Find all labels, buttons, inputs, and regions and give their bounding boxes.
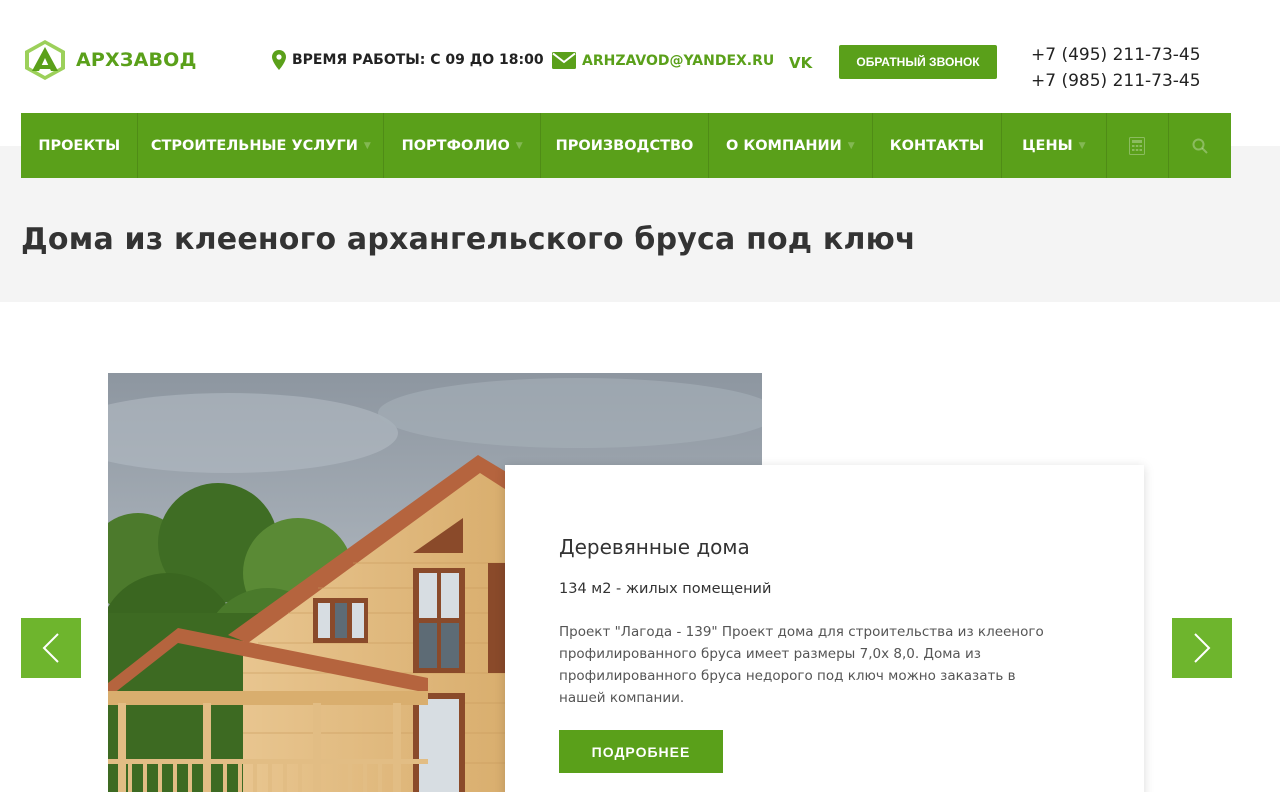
nav-item-portfolio[interactable]: ПОРТФОЛИО ▼ — [384, 113, 542, 178]
nav-item-production[interactable]: ПРОИЗВОДСТВО — [541, 113, 709, 178]
phone-secondary[interactable]: +7 (985) 211-73-45 — [1031, 68, 1201, 94]
chevron-right-icon — [1194, 633, 1211, 663]
nav-item-label: СТРОИТЕЛЬНЫЕ УСЛУГИ — [150, 137, 358, 154]
map-pin-icon — [272, 50, 286, 70]
nav-item-label: ПОРТФОЛИО — [401, 137, 510, 154]
slide-card: Деревянные дома 134 м2 - жилых помещений… — [505, 465, 1144, 792]
chevron-left-icon — [42, 633, 59, 663]
envelope-icon — [552, 52, 576, 69]
nav-item-label: О КОМПАНИИ — [725, 137, 842, 154]
logo-icon — [25, 40, 65, 80]
chevron-down-icon: ▼ — [1078, 140, 1086, 151]
working-hours-text: ВРЕМЯ РАБОТЫ: С 09 ДО 18:00 — [292, 52, 544, 68]
chevron-down-icon: ▼ — [847, 140, 855, 151]
nav-item-prices[interactable]: ЦЕНЫ ▼ — [1002, 113, 1107, 178]
chevron-down-icon: ▼ — [363, 140, 371, 151]
nav-item-label: ПРОИЗВОДСТВО — [555, 137, 694, 154]
nav-item-contacts[interactable]: КОНТАКТЫ — [873, 113, 1003, 178]
nav-item-about[interactable]: О КОМПАНИИ ▼ — [709, 113, 873, 178]
callback-button[interactable]: ОБРАТНЫЙ ЗВОНОК — [839, 45, 997, 79]
email-text: ARHZAVOD@YANDEX.RU — [582, 52, 775, 69]
slide-description: Проект "Лагода - 139" Проект дома для ст… — [559, 624, 1044, 706]
working-hours: ВРЕМЯ РАБОТЫ: С 09 ДО 18:00 — [272, 50, 544, 70]
page-title: Дома из клееного архангельского бруса по… — [21, 222, 916, 257]
page: АРХЗАВОД ВРЕМЯ РАБОТЫ: С 09 ДО 18:00 ARH… — [0, 0, 1280, 792]
slide-subtitle: 134 м2 - жилых помещений — [559, 581, 772, 597]
vk-icon[interactable]: VK — [789, 54, 812, 72]
nav-item-label: ЦЕНЫ — [1022, 137, 1073, 154]
search-icon — [1192, 138, 1208, 154]
main-nav: ПРОЕКТЫ СТРОИТЕЛЬНЫЕ УСЛУГИ ▼ ПОРТФОЛИО … — [21, 113, 1231, 178]
slider-prev-button[interactable] — [21, 618, 81, 678]
logo-text: АРХЗАВОД — [76, 49, 197, 71]
phones: +7 (495) 211-73-45 +7 (985) 211-73-45 — [1031, 42, 1201, 94]
slide-title: Деревянные дома — [559, 535, 750, 559]
slider-next-button[interactable] — [1172, 618, 1232, 678]
nav-item-label: КОНТАКТЫ — [889, 137, 984, 154]
phone-primary[interactable]: +7 (495) 211-73-45 — [1031, 42, 1201, 68]
chevron-down-icon: ▼ — [515, 140, 523, 151]
nav-item-label: ПРОЕКТЫ — [38, 137, 121, 154]
nav-item-construction-services[interactable]: СТРОИТЕЛЬНЫЕ УСЛУГИ ▼ — [138, 113, 385, 178]
calculator-icon — [1129, 136, 1146, 155]
search-button[interactable] — [1169, 113, 1231, 178]
nav-item-projects[interactable]: ПРОЕКТЫ — [21, 113, 139, 178]
email-link[interactable]: ARHZAVOD@YANDEX.RU — [552, 52, 774, 69]
more-button[interactable]: ПОДРОБНЕЕ — [559, 730, 723, 773]
logo-link[interactable]: АРХЗАВОД — [22, 38, 197, 82]
calculator-button[interactable] — [1107, 113, 1169, 178]
